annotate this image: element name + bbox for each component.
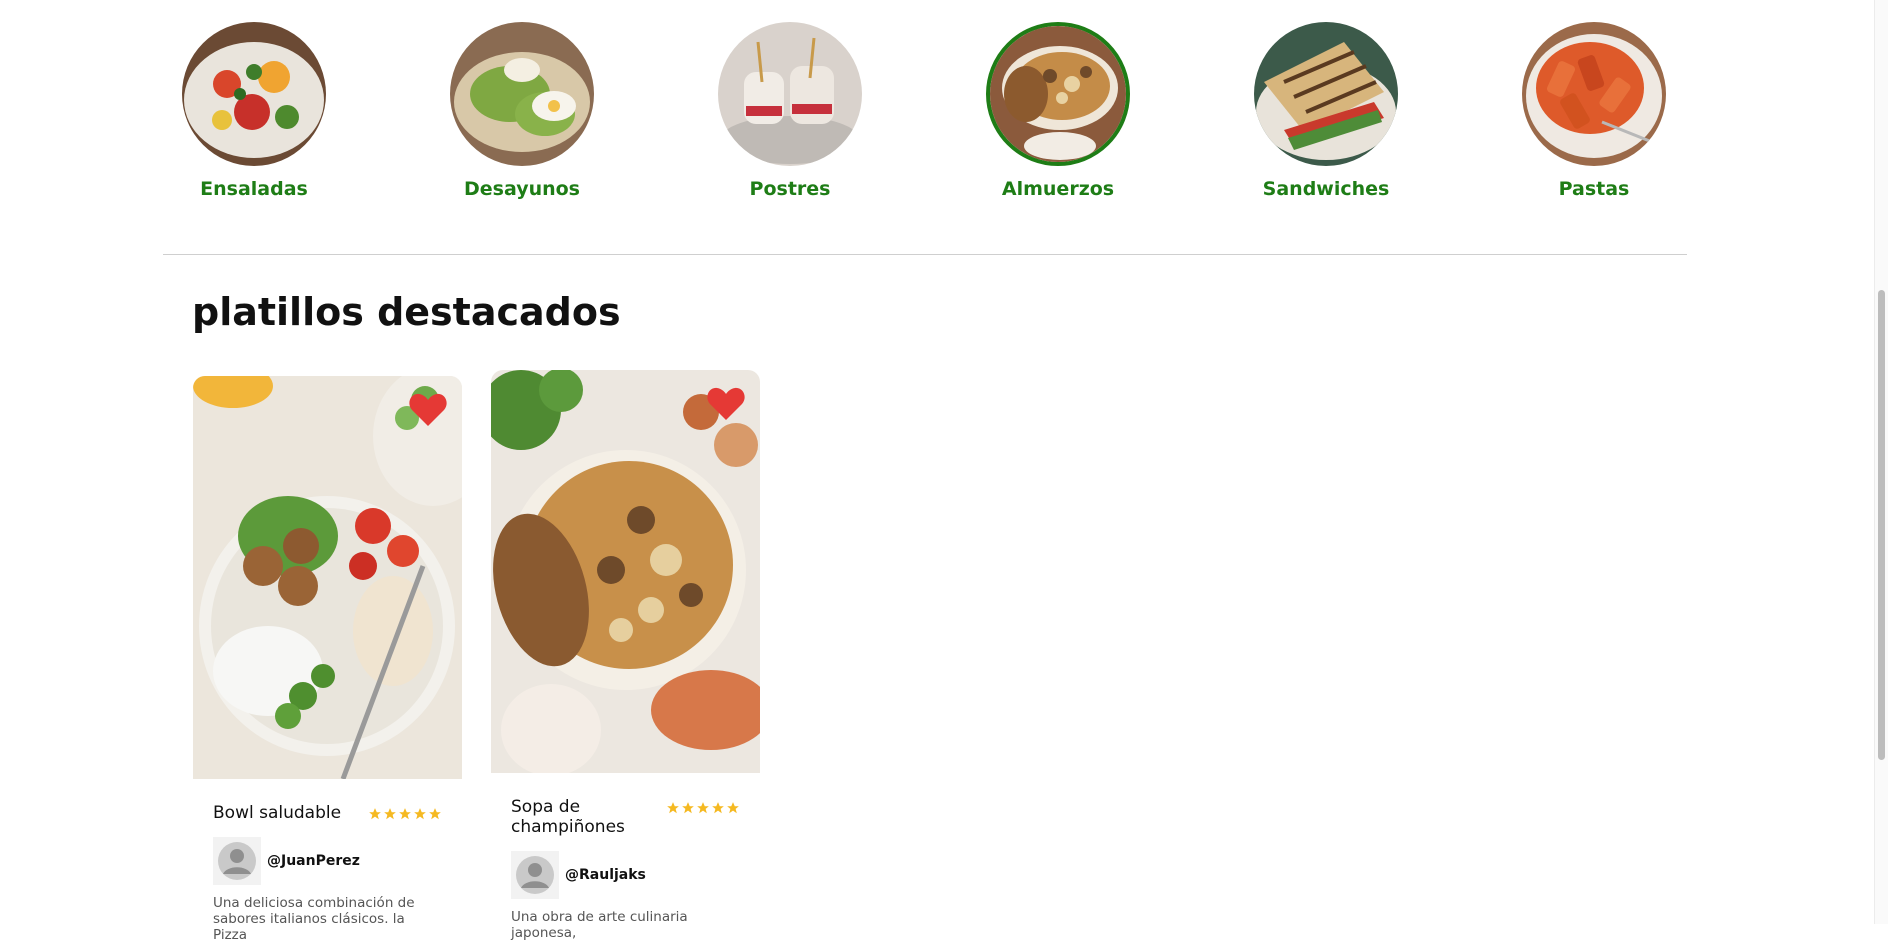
recipe-image <box>491 370 760 773</box>
vertical-scrollbar[interactable] <box>1874 0 1888 924</box>
category-label: Sandwiches <box>1262 178 1390 200</box>
category-almuerzos[interactable]: Almuerzos <box>958 22 1158 200</box>
category-image <box>986 22 1130 166</box>
recipe-title: Sopa de champiñones <box>511 797 625 837</box>
section-title: platillos destacados <box>192 290 621 334</box>
star-icon <box>369 808 381 820</box>
recipe-description: Una obra de arte culinaria japonesa, <box>511 909 688 941</box>
category-sandwiches[interactable]: Sandwiches <box>1226 22 1426 200</box>
user-avatar-icon <box>218 842 256 880</box>
category-image <box>1522 22 1666 166</box>
star-icon <box>697 802 709 814</box>
author-link[interactable]: @Rauljaks <box>511 851 740 899</box>
scrollbar-thumb[interactable] <box>1878 290 1885 760</box>
star-icon <box>667 802 679 814</box>
star-icon <box>399 808 411 820</box>
category-image <box>718 22 862 166</box>
rating-stars <box>666 801 740 815</box>
category-postres[interactable]: Postres <box>690 22 890 200</box>
favorite-heart-icon[interactable] <box>706 386 746 422</box>
category-desayunos[interactable]: Desayunos <box>422 22 622 200</box>
star-icon <box>712 802 724 814</box>
category-image <box>182 22 326 166</box>
category-pastas[interactable]: Pastas <box>1494 22 1694 200</box>
avatar <box>213 837 261 885</box>
recipe-card[interactable]: Sopa de champiñones @Rauljaks Una obra d… <box>491 370 760 941</box>
category-label: Postres <box>749 178 831 200</box>
category-carousel: Ensaladas Desayunos Postres Almuerzos Sa… <box>0 0 1888 210</box>
section-divider <box>163 254 1687 255</box>
category-label: Almuerzos <box>1001 178 1115 200</box>
star-icon <box>682 802 694 814</box>
star-icon <box>429 808 441 820</box>
category-label: Desayunos <box>463 178 580 200</box>
star-icon <box>414 808 426 820</box>
author-handle: @Rauljaks <box>565 867 646 883</box>
rating-stars <box>368 807 442 821</box>
category-image <box>1254 22 1398 166</box>
recipe-card[interactable]: Bowl saludable @JuanPerez Una deliciosa … <box>193 376 462 943</box>
category-image <box>450 22 594 166</box>
category-ensaladas[interactable]: Ensaladas <box>154 22 354 200</box>
star-icon <box>384 808 396 820</box>
category-label: Ensaladas <box>200 178 308 200</box>
recipe-image <box>193 376 462 779</box>
star-icon <box>727 802 739 814</box>
avatar <box>511 851 559 899</box>
favorite-heart-icon[interactable] <box>408 392 448 428</box>
recipe-title: Bowl saludable <box>213 803 342 823</box>
author-handle: @JuanPerez <box>267 853 360 869</box>
user-avatar-icon <box>516 856 554 894</box>
recipe-description: Una deliciosa combinación de sabores ita… <box>213 895 415 943</box>
category-label: Pastas <box>1558 178 1630 200</box>
author-link[interactable]: @JuanPerez <box>213 837 442 885</box>
